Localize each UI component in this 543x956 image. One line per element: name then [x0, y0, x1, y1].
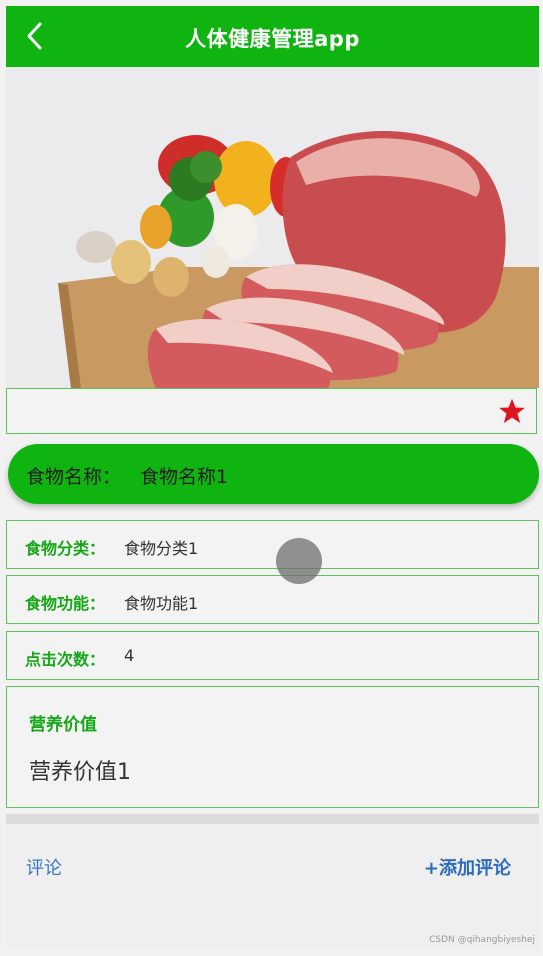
- favorite-row: [6, 388, 537, 434]
- page-title: 人体健康管理app: [185, 27, 360, 51]
- food-photo: [6, 67, 539, 388]
- click-count-value: 4: [124, 646, 135, 665]
- food-category-row: 食物分类： 食物分类1: [6, 520, 539, 569]
- add-comment-button[interactable]: +添加评论: [424, 854, 511, 880]
- click-count-label: 点击次数：: [25, 650, 106, 669]
- app-screen: 人体健康管理app 食物名称： 食物名称1 食物分类： 食物分类1 食物功能： …: [6, 6, 539, 950]
- section-divider: [6, 814, 539, 824]
- click-count-row: 点击次数： 4: [6, 631, 539, 680]
- star-icon: [499, 398, 525, 424]
- food-function-label: 食物功能：: [25, 594, 106, 613]
- food-name-value: 食物名称1: [140, 466, 229, 488]
- nutrition-label: 营养价值: [29, 715, 97, 735]
- food-image-carousel[interactable]: [6, 67, 539, 388]
- food-name-label: 食物名称：: [26, 466, 122, 488]
- nutrition-value: 营养价值1: [29, 760, 131, 785]
- food-function-value: 食物功能1: [124, 594, 199, 613]
- comments-title: 评论: [26, 858, 62, 879]
- food-category-label: 食物分类：: [25, 539, 106, 558]
- food-function-row: 食物功能： 食物功能1: [6, 575, 539, 624]
- nutrition-section: 营养价值 营养价值1: [6, 686, 539, 808]
- food-category-value: 食物分类1: [124, 539, 199, 558]
- comments-section: 评论 +添加评论 CSDN @qihangbiyeshej: [6, 824, 539, 950]
- app-header: 人体健康管理app: [6, 6, 539, 67]
- touch-indicator: [276, 538, 322, 584]
- watermark: CSDN @qihangbiyeshej: [429, 935, 535, 945]
- favorite-button[interactable]: [498, 397, 526, 425]
- food-name-banner: 食物名称： 食物名称1: [8, 444, 539, 504]
